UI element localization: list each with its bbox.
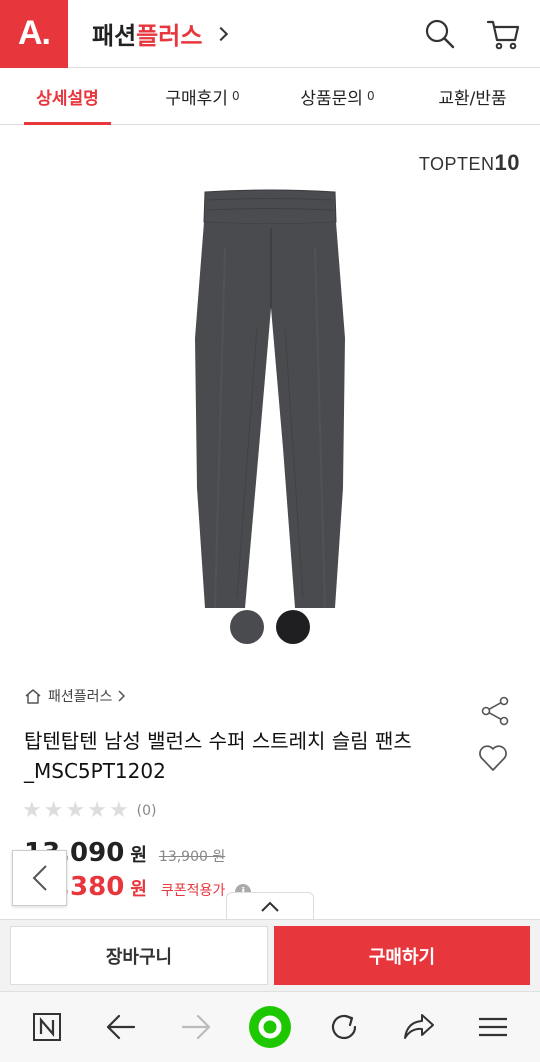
topten-brand-logo: TOPTEN10 [419, 150, 520, 176]
star-icon: ★ [108, 798, 129, 823]
tab-inquiries[interactable]: 상품문의 0 [270, 68, 405, 124]
cart-icon[interactable] [486, 18, 520, 50]
home-icon [25, 689, 41, 704]
tab-label: 상세설명 [36, 88, 99, 109]
brand-logo-number: 10 [494, 150, 520, 175]
add-to-cart-button[interactable]: 장바구니 [10, 926, 268, 985]
green-dot-icon[interactable] [244, 1001, 296, 1053]
original-price: 13,900 원 [158, 849, 226, 865]
menu-icon[interactable] [467, 1001, 519, 1053]
share-arrow-icon[interactable] [393, 1001, 445, 1053]
chevron-right-icon [118, 690, 126, 702]
color-swatch-black[interactable] [276, 610, 310, 644]
chevron-right-icon [214, 26, 229, 41]
color-swatches [0, 610, 540, 644]
fashionplus-logo[interactable]: A. [0, 0, 68, 68]
breadcrumb[interactable]: 패션플러스 [24, 686, 126, 706]
star-icon: ★ [65, 798, 86, 823]
product-title: 탑텐탑텐 남성 밸런스 수퍼 스트레치 슬림 팬츠_MSC5PT1202 [24, 729, 412, 783]
coupon-label: 쿠폰적용가 [160, 883, 226, 899]
browser-nav-bar [0, 991, 540, 1062]
search-icon[interactable] [424, 18, 456, 50]
share-icon[interactable] [480, 696, 510, 730]
tab-label: 구매후기 [165, 88, 228, 109]
star-icon: ★ [87, 798, 107, 823]
product-image-area[interactable]: TOPTEN10 [0, 126, 540, 666]
tab-count: 0 [366, 89, 375, 103]
back-float-button[interactable] [12, 850, 67, 906]
star-rating: ★ ★ ★ ★ ★ (0) [22, 798, 157, 823]
brand-logo-text: TOPTEN [418, 154, 495, 174]
rating-count: (0) [136, 802, 157, 819]
back-arrow-icon[interactable] [95, 1001, 147, 1053]
tab-label: 상품문의 [300, 88, 363, 109]
heart-icon[interactable] [478, 744, 508, 776]
expand-handle[interactable] [226, 892, 314, 920]
sale-price-unit: 원 [130, 845, 147, 866]
purchase-bar: 장바구니 구매하기 [0, 919, 540, 991]
tab-label: 교환/반품 [438, 88, 507, 109]
star-icon: ★ [43, 798, 64, 823]
naver-home-icon[interactable] [21, 1001, 73, 1053]
refresh-icon[interactable] [318, 1001, 370, 1053]
tab-description[interactable]: 상세설명 [0, 68, 135, 125]
coupon-price-unit: 원 [130, 879, 147, 900]
color-swatch-gray[interactable] [230, 610, 264, 644]
brand-title-part2: 플러스 [136, 22, 203, 50]
brand-title[interactable]: 패션 플러스 [92, 16, 229, 51]
app-header: A. 패션 플러스 [0, 0, 540, 68]
product-pants-image [195, 189, 345, 608]
chevron-left-icon [32, 865, 47, 891]
tab-reviews[interactable]: 구매후기 0 [135, 68, 270, 124]
tab-count: 0 [231, 89, 240, 103]
chevron-up-icon [261, 901, 279, 912]
buy-now-button[interactable]: 구매하기 [274, 926, 530, 985]
breadcrumb-label: 패션플러스 [48, 689, 113, 705]
detail-tabs: 상세설명 구매후기 0 상품문의 0 교환/반품 [0, 68, 540, 125]
tab-exchange-return[interactable]: 교환/반품 [405, 68, 540, 124]
brand-title-part1: 패션 [92, 22, 137, 50]
star-icon: ★ [22, 798, 42, 823]
forward-arrow-icon[interactable] [170, 1001, 222, 1053]
